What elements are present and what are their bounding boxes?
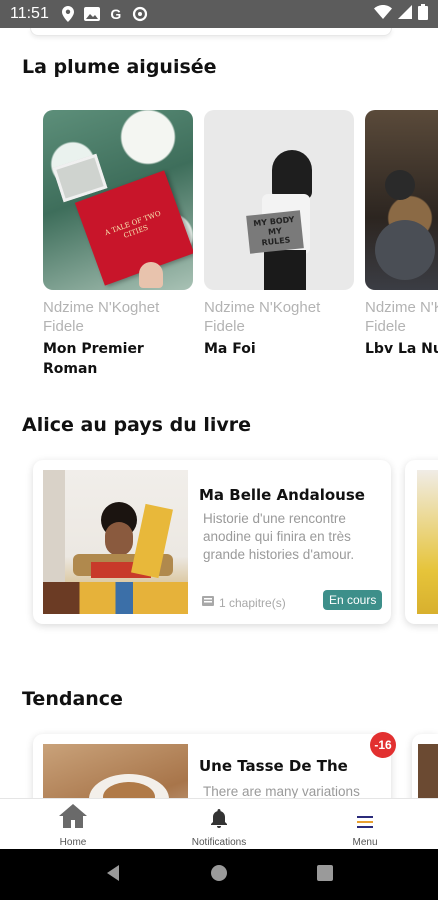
nav-notifications-label: Notifications xyxy=(191,837,247,848)
cover-text: A TALE OF TWO CITIES xyxy=(103,209,162,240)
book-author: Ndzime N'Koghet Fidele xyxy=(204,299,321,335)
book-card[interactable]: Ndzime N'Koghet Fidele Lbv La Nuit xyxy=(365,110,438,359)
chapter-count-label: 1 chapitre(s) xyxy=(219,595,286,610)
book-card[interactable]: MY BODY MY RULES Ndzime N'Koghet Fidele … xyxy=(204,110,354,359)
signal-icon xyxy=(398,5,412,23)
cover-text: MY BODY MY RULES xyxy=(252,214,295,248)
status-badge: En cours xyxy=(323,590,383,610)
book-cover[interactable] xyxy=(365,110,438,290)
book-cover[interactable]: A TALE OF TWO CITIES xyxy=(43,110,193,290)
book-cover[interactable]: MY BODY MY RULES xyxy=(204,110,354,290)
book-author: Ndzime N'Koghet Fidele xyxy=(43,299,160,335)
status-time: 11:51 xyxy=(10,5,49,22)
trending-description: There are many variations xyxy=(203,784,360,798)
section-title-tendance: Tendance xyxy=(22,688,123,710)
home-icon xyxy=(58,803,88,833)
story-description: Historie d'une rencontre anodine qui fin… xyxy=(203,511,355,562)
bottom-navigation: Home Notifications Menu xyxy=(0,798,438,849)
book-icon xyxy=(201,595,215,610)
image-icon xyxy=(83,6,101,22)
nav-menu-label: Menu xyxy=(352,837,378,848)
nav-home[interactable]: Home xyxy=(0,799,146,849)
location-icon xyxy=(59,6,77,22)
chapter-count: 1 chapitre(s) xyxy=(201,595,286,610)
next-trending-card-peek[interactable] xyxy=(412,734,438,798)
nav-home-label: Home xyxy=(59,837,87,848)
home-circle-icon[interactable] xyxy=(210,864,228,886)
book-author: Ndzime N'Koghet Fidele xyxy=(365,299,438,335)
home-feed[interactable]: La plume aiguisée A TALE OF TWO CITIES N… xyxy=(0,28,438,798)
data-saver-icon xyxy=(131,6,149,22)
trending-card[interactable]: Une Tasse De The There are many variatio… xyxy=(33,734,391,798)
book-title: Mon Premier Roman xyxy=(43,341,144,377)
trending-thumbnail xyxy=(43,744,188,798)
recents-icon[interactable] xyxy=(317,864,334,885)
story-card[interactable]: Ma Belle Andalouse Historie d'une rencon… xyxy=(33,460,391,624)
section-title-la-plume: La plume aiguisée xyxy=(22,56,217,78)
discount-badge: -16 xyxy=(370,732,396,758)
google-icon: G xyxy=(110,6,122,22)
section-title-alice: Alice au pays du livre xyxy=(22,414,252,436)
battery-icon xyxy=(418,4,428,24)
book-title: Lbv La Nuit xyxy=(365,341,438,357)
story-title: Ma Belle Andalouse xyxy=(199,486,365,504)
next-story-card-peek[interactable] xyxy=(405,460,438,624)
book-card[interactable]: A TALE OF TWO CITIES Ndzime N'Koghet Fid… xyxy=(43,110,193,379)
story-thumbnail xyxy=(43,470,188,614)
nav-notifications[interactable]: Notifications xyxy=(146,799,292,849)
back-icon[interactable] xyxy=(105,864,121,886)
nav-menu[interactable]: Menu xyxy=(292,799,438,849)
status-bar: 11:51 G xyxy=(0,0,438,28)
previous-card-peek[interactable] xyxy=(30,28,392,36)
bell-icon xyxy=(210,809,228,833)
menu-icon xyxy=(355,814,375,833)
wifi-icon xyxy=(374,5,392,23)
trending-title: Une Tasse De The xyxy=(199,757,348,775)
book-title: Ma Foi xyxy=(204,341,256,357)
system-navigation-bar xyxy=(0,849,438,900)
